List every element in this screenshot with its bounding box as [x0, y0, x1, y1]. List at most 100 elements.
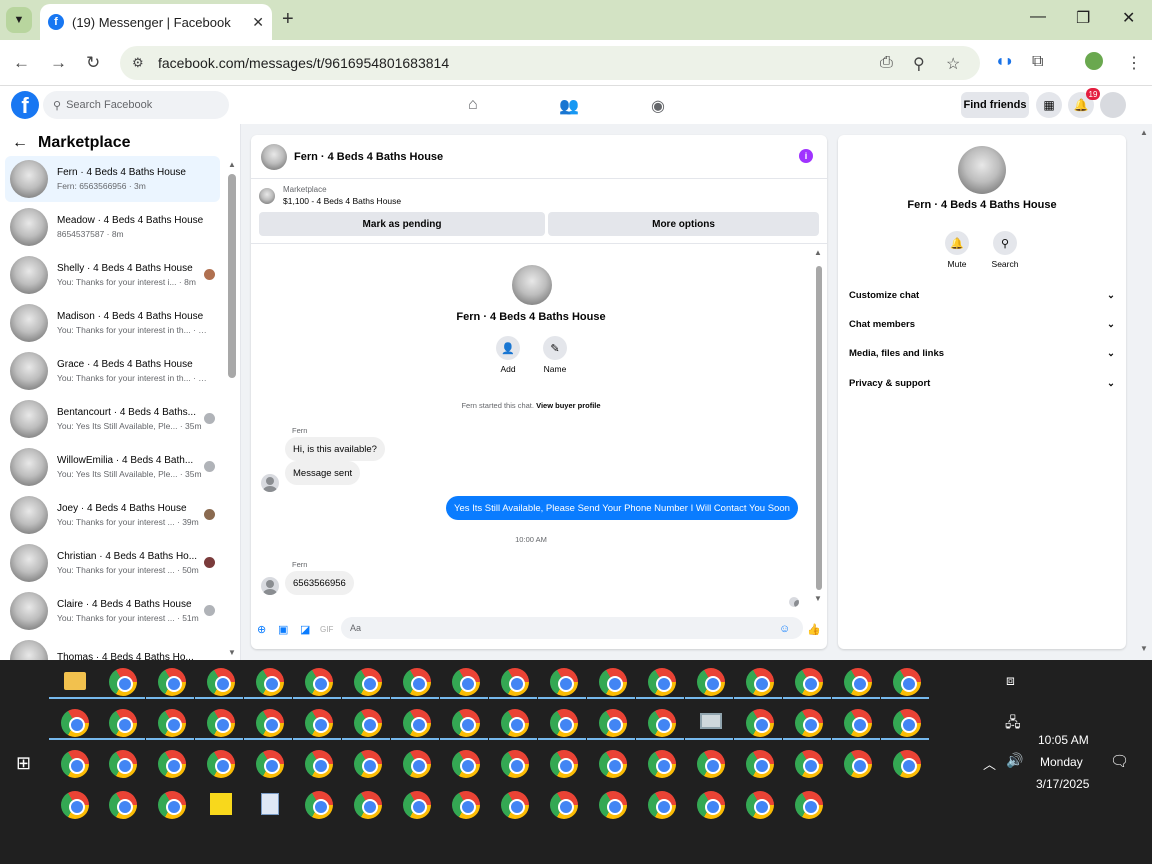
chrome-window-icon[interactable] [746, 750, 774, 778]
back-arrow-icon[interactable]: ← [12, 134, 28, 152]
facebook-logo-icon[interactable]: f [11, 91, 39, 119]
chrome-window-icon[interactable] [354, 668, 382, 696]
sidebar-scrollbar[interactable] [228, 174, 236, 378]
chrome-window-icon[interactable] [501, 791, 529, 819]
chrome-window-icon[interactable] [207, 668, 235, 696]
message-bubble[interactable]: Message sent [285, 461, 361, 485]
message-bubble[interactable]: Hi, is this available? [285, 437, 385, 461]
home-icon[interactable]: ⌂ [468, 96, 478, 114]
chrome-window-icon[interactable] [61, 750, 89, 778]
chrome-window-icon[interactable] [61, 709, 89, 737]
chrome-window-icon[interactable] [501, 750, 529, 778]
scroll-down-arrow-icon[interactable]: ▼ [228, 648, 236, 657]
chrome-window-icon[interactable] [158, 791, 186, 819]
chrome-window-icon[interactable] [746, 791, 774, 819]
chrome-window-icon[interactable] [109, 668, 137, 696]
extension-icon[interactable]: ◖◗ [995, 53, 1014, 71]
chrome-window-icon[interactable] [893, 750, 921, 778]
chrome-window-icon[interactable] [550, 709, 578, 737]
chrome-window-icon[interactable] [354, 750, 382, 778]
chrome-window-icon[interactable] [795, 709, 823, 737]
thumbs-up-icon[interactable]: 👍 [807, 623, 821, 636]
chrome-window-icon[interactable] [305, 750, 333, 778]
message-bubble[interactable]: 6563566956 [285, 571, 354, 595]
conversation-item[interactable]: Fern · 4 Beds 4 Baths House Fern: 6563566… [5, 156, 220, 202]
media-files-section[interactable]: Media, files and links ⌄ [849, 348, 1115, 359]
chrome-window-icon[interactable] [893, 668, 921, 696]
show-hidden-icons-chevron[interactable]: ︿ [983, 754, 996, 773]
extensions-puzzle-icon[interactable]: ⧉ [1032, 53, 1043, 71]
chrome-window-icon[interactable] [795, 668, 823, 696]
chrome-window-icon[interactable] [452, 668, 480, 696]
chrome-window-icon[interactable] [844, 750, 872, 778]
conversation-item[interactable]: Shelly · 4 Beds 4 Baths House You: Thanks… [5, 252, 220, 298]
plus-icon[interactable]: ⊕ [257, 623, 266, 636]
chrome-window-icon[interactable] [305, 668, 333, 696]
chrome-window-icon[interactable] [550, 668, 578, 696]
clock-day[interactable]: Monday [1040, 755, 1083, 769]
chrome-window-icon[interactable] [599, 668, 627, 696]
chrome-window-icon[interactable] [158, 668, 186, 696]
listing-summary[interactable]: Marketplace $1,100 - 4 Beds 4 Baths Hous… [259, 185, 401, 206]
conversation-item[interactable]: Thomas · 4 Beds 4 Baths Ho... [5, 636, 220, 660]
chrome-window-icon[interactable] [648, 668, 676, 696]
chrome-window-icon[interactable] [403, 668, 431, 696]
chrome-window-icon[interactable] [648, 750, 676, 778]
chat-scrollbar[interactable] [816, 266, 822, 590]
browser-menu-icon[interactable]: ⋮ [1126, 53, 1142, 73]
chat-members-section[interactable]: Chat members ⌄ [849, 319, 1115, 330]
view-buyer-profile-link[interactable]: View buyer profile [536, 401, 600, 410]
scroll-up-arrow-icon[interactable]: ▲ [228, 160, 236, 169]
chrome-window-icon[interactable] [648, 791, 676, 819]
chrome-window-icon[interactable] [648, 709, 676, 737]
close-tab-icon[interactable]: ✕ [252, 14, 264, 31]
chrome-window-icon[interactable] [795, 750, 823, 778]
close-window-button[interactable]: ✕ [1122, 8, 1135, 28]
browser-tab[interactable]: f (19) Messenger | Facebook ✕ [40, 4, 272, 40]
monitor-app-icon[interactable] [700, 713, 722, 729]
sticky-notes-icon[interactable] [210, 793, 232, 815]
more-options-button[interactable]: More options [548, 212, 819, 236]
chrome-window-icon[interactable] [452, 750, 480, 778]
meet-now-icon[interactable]: ⧈ [1006, 672, 1015, 689]
conversation-item[interactable]: Claire · 4 Beds 4 Baths House You: Thanks… [5, 588, 220, 634]
chrome-window-icon[interactable] [746, 668, 774, 696]
profile-avatar[interactable] [1085, 52, 1103, 70]
chrome-window-icon[interactable] [158, 750, 186, 778]
notification-center-icon[interactable]: 🗨 [1110, 752, 1129, 770]
chrome-window-icon[interactable] [599, 750, 627, 778]
chrome-window-icon[interactable] [403, 709, 431, 737]
gif-icon[interactable]: GIF [320, 625, 333, 634]
chat-title[interactable]: Fern · 4 Beds 4 Baths House [294, 151, 443, 163]
conversation-item[interactable]: Grace · 4 Beds 4 Baths House You: Thanks … [5, 348, 220, 394]
chrome-window-icon[interactable] [403, 791, 431, 819]
chrome-window-icon[interactable] [109, 791, 137, 819]
conversation-item[interactable]: Christian · 4 Beds 4 Baths Ho... You: Tha… [5, 540, 220, 586]
friends-icon[interactable]: 👥 [559, 96, 579, 116]
chrome-window-icon[interactable] [305, 791, 333, 819]
chrome-window-icon[interactable] [305, 709, 333, 737]
reload-icon[interactable]: ↻ [86, 53, 100, 73]
new-tab-button[interactable]: + [282, 8, 294, 31]
name-button[interactable]: ✎ Name [535, 336, 575, 374]
install-app-icon[interactable]: ⎙ [880, 54, 893, 72]
conversation-item[interactable]: WillowEmilia · 4 Beds 4 Bath... You: Yes … [5, 444, 220, 490]
chrome-window-icon[interactable] [61, 791, 89, 819]
chrome-window-icon[interactable] [501, 709, 529, 737]
chrome-window-icon[interactable] [256, 668, 284, 696]
chrome-window-icon[interactable] [452, 791, 480, 819]
groups-icon[interactable]: ◉ [651, 96, 665, 116]
clock-time[interactable]: 10:05 AM [1038, 733, 1089, 747]
scroll-up-arrow-icon[interactable]: ▲ [814, 248, 822, 257]
chrome-window-icon[interactable] [746, 709, 774, 737]
chrome-window-icon[interactable] [207, 750, 235, 778]
privacy-support-section[interactable]: Privacy & support ⌄ [849, 378, 1115, 389]
conversation-item[interactable]: Meadow · 4 Beds 4 Baths House 8654537587 … [5, 204, 220, 250]
chrome-window-icon[interactable] [109, 750, 137, 778]
chrome-window-icon[interactable] [109, 709, 137, 737]
forward-icon[interactable]: → [50, 53, 67, 73]
site-info-icon[interactable]: ⚙ [132, 55, 144, 71]
chrome-window-icon[interactable] [893, 709, 921, 737]
chrome-window-icon[interactable] [844, 709, 872, 737]
add-button[interactable]: 👤 Add [488, 336, 528, 374]
